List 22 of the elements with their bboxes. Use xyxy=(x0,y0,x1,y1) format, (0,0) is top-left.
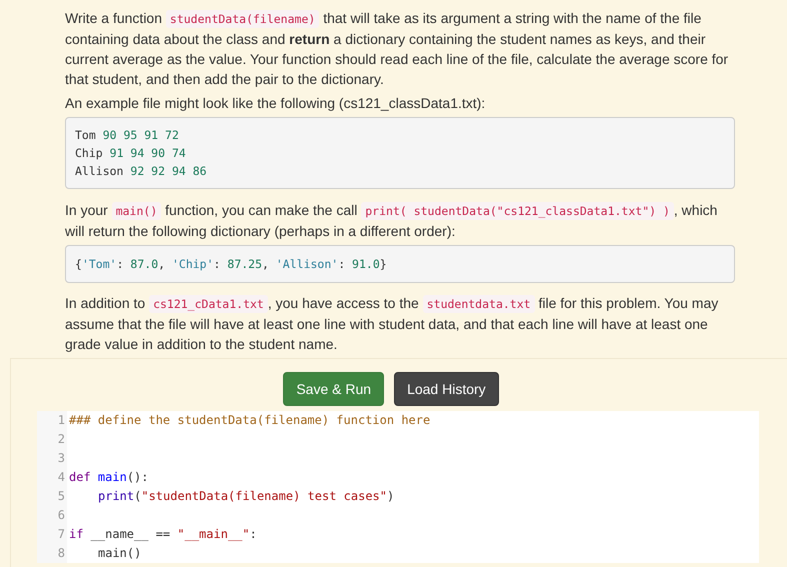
example-file-code: Tom 90 95 91 72 Chip 91 94 90 74 Allison 92 92 94 86 xyxy=(65,117,735,189)
line-number: 2 xyxy=(37,430,67,449)
files-paragraph: In addition to cs121_cData1.txt , you have access to the studentdata.txt file for this problem. You may assume that the file will have at least one line with student data, and that each line will have at least one grade value in addition to the student name. xyxy=(65,294,720,354)
code-line: ### define the studentData(filename) function here xyxy=(68,412,430,429)
output-code: {'Tom': 87.0, 'Chip': 87.25, 'Allison': 91.0} xyxy=(65,245,735,283)
line-number: 8 xyxy=(37,544,67,563)
instructions-paragraph: Write a function studentData(filename) that will take as its argument a string with the name of the file containing data about the class and return a dictionary containing the student names as keys, and their current average as the value. Your function should read each line of the file, calculate the average score for that student, and then add the pair to the dictionary. xyxy=(65,9,730,89)
line-number: 5 xyxy=(37,487,67,506)
code-line: if __name__ == "__main__": xyxy=(68,526,257,543)
line-number: 6 xyxy=(37,506,67,525)
call-paragraph: In your main() function, you can make the call print( studentData("cs121_classData1.txt") ) , which will return the following dictionary (perhaps in a different order): xyxy=(65,201,718,241)
line-number: 1 xyxy=(37,411,67,430)
example-caption: An example file might look like the following (cs121_classData1.txt): xyxy=(65,94,486,113)
load-history-button[interactable]: Load History xyxy=(394,372,499,406)
code-editor[interactable]: 1 ### define the studentData(filename) function here 2 3 4 def main(): 5 print("studentData(filename) test cases") 6 7 if __name__ == "__main__": 8 main() xyxy=(37,411,759,563)
line-number: 3 xyxy=(37,449,67,468)
code-line: print("studentData(filename) test cases") xyxy=(97,488,394,505)
line-number: 7 xyxy=(37,525,67,544)
code-line: main() xyxy=(97,545,142,562)
line-number: 4 xyxy=(37,468,67,487)
code-line: def main(): xyxy=(68,469,148,486)
save-run-button[interactable]: Save & Run xyxy=(283,372,384,406)
